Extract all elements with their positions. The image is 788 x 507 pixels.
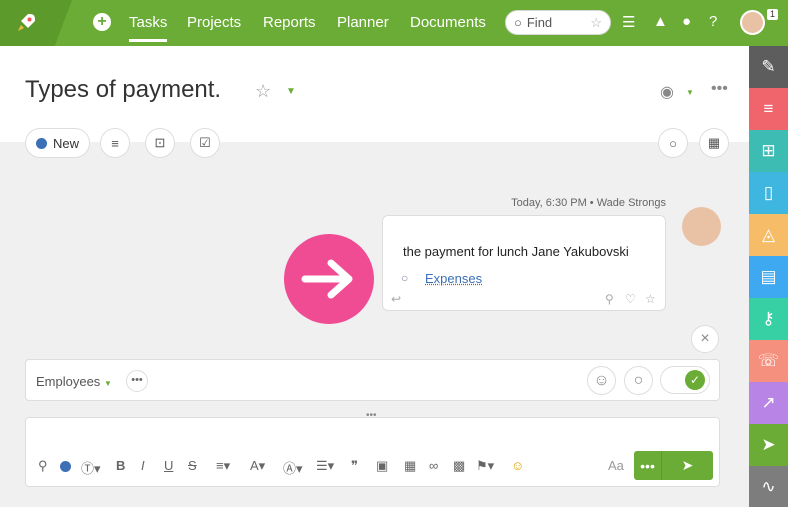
search-comments-button[interactable]: ○ bbox=[658, 128, 688, 158]
status-dot bbox=[36, 137, 47, 149]
image-icon[interactable]: ▩ bbox=[453, 458, 465, 474]
list-icon[interactable]: ≡ bbox=[749, 88, 788, 130]
right-sidebar: ✎ ≡ ⊞ ▯ ◬ ▤ ⚷ ☏ ↗ ➤ ∿ bbox=[749, 46, 788, 507]
rocket-icon bbox=[18, 14, 35, 31]
person-icon[interactable]: ☺ bbox=[587, 366, 616, 395]
pin-icon[interactable]: ⚲ bbox=[605, 292, 614, 306]
search-placeholder: Find bbox=[526, 15, 553, 30]
attach-icon[interactable]: ⚲ bbox=[38, 458, 48, 474]
nav-tasks[interactable]: Tasks bbox=[129, 14, 168, 42]
employees-label: Employees bbox=[36, 374, 101, 389]
employees-row: Employees ▼ ••• ☺ ○ bbox=[25, 359, 720, 401]
send-more-button[interactable]: ••• bbox=[634, 451, 662, 480]
nav-planner[interactable]: Planner bbox=[337, 14, 389, 31]
tag-icon: ○ bbox=[401, 271, 409, 285]
arrow-right-icon bbox=[284, 234, 374, 324]
font-size-label[interactable]: Aa bbox=[608, 458, 624, 473]
align-icon[interactable]: ≡▾ bbox=[216, 458, 230, 474]
description-button[interactable]: ≡ bbox=[100, 128, 130, 158]
bold-icon[interactable]: B bbox=[116, 458, 125, 473]
user-avatar[interactable] bbox=[740, 10, 765, 35]
plant-icon[interactable]: ● bbox=[682, 13, 691, 30]
employees-chevron-icon: ▼ bbox=[103, 379, 112, 388]
send-button[interactable]: ➤ bbox=[662, 451, 713, 480]
more-employees-button[interactable]: ••• bbox=[126, 370, 148, 392]
status-label: New bbox=[53, 135, 80, 151]
message-bubble: the payment for lunch Jane Yakubovski ○ … bbox=[382, 215, 666, 311]
checklist-button[interactable]: ☑ bbox=[190, 128, 220, 158]
chart-icon[interactable]: ↗ bbox=[749, 382, 788, 424]
chevron-down-icon[interactable]: ▼ bbox=[286, 86, 296, 97]
pulse-icon[interactable]: ∿ bbox=[749, 466, 788, 507]
emoji-icon[interactable]: ☺ bbox=[511, 458, 524, 473]
search-input[interactable]: ○ Find ☆ bbox=[505, 10, 611, 35]
visibility-toggle[interactable]: ✓ bbox=[660, 366, 710, 394]
message-text: the payment for lunch Jane Yakubovski bbox=[403, 244, 629, 259]
phone-icon[interactable]: ☏ bbox=[749, 340, 788, 382]
key-icon[interactable]: ⚷ bbox=[749, 298, 788, 340]
nav-projects[interactable]: Projects bbox=[187, 14, 241, 31]
page-title: Types of payment. bbox=[25, 76, 222, 103]
favorite-star-icon[interactable]: ☆ bbox=[255, 81, 271, 102]
tag-link[interactable]: Expenses bbox=[425, 271, 482, 286]
employees-dropdown[interactable]: Employees ▼ bbox=[36, 374, 112, 389]
quote-icon[interactable]: ❞ bbox=[351, 458, 358, 474]
table-icon[interactable]: ▦ bbox=[404, 458, 416, 474]
help-icon[interactable]: ? bbox=[709, 13, 717, 30]
star-message-icon[interactable]: ☆ bbox=[645, 292, 656, 306]
bookmark-icon[interactable]: ⚑▾ bbox=[476, 458, 494, 474]
subtask-button[interactable]: ⊡ bbox=[145, 128, 175, 158]
font-color-icon[interactable]: A▾ bbox=[250, 458, 265, 474]
nav-documents[interactable]: Documents bbox=[410, 14, 486, 31]
close-icon[interactable]: × bbox=[691, 325, 719, 353]
menu-icon[interactable]: ☰ bbox=[622, 13, 635, 31]
more-icon[interactable]: ••• bbox=[711, 80, 728, 98]
status-button[interactable]: New bbox=[25, 128, 91, 158]
send-icon[interactable]: ➤ bbox=[749, 424, 788, 466]
message-editor[interactable]: ⚲ Ⓣ▾ B I U S ≡▾ A▾ Ⓐ▾ ☰▾ ❞ ▣ ▦ ∞ ▩ ⚑▾ ☺ … bbox=[25, 417, 720, 487]
star-icon[interactable]: ☆ bbox=[590, 15, 602, 31]
strikethrough-icon[interactable]: S bbox=[188, 458, 197, 473]
italic-icon[interactable]: I bbox=[141, 458, 145, 473]
underline-icon[interactable]: U bbox=[164, 458, 173, 473]
reply-icon[interactable]: ↩ bbox=[391, 292, 401, 306]
top-bar: + Tasks Projects Reports Planner Documen… bbox=[0, 0, 788, 46]
text-style-icon[interactable]: Ⓣ▾ bbox=[81, 458, 101, 477]
color-dot[interactable] bbox=[60, 461, 71, 472]
clipboard-icon[interactable]: ▤ bbox=[749, 256, 788, 298]
logo[interactable] bbox=[0, 0, 72, 46]
check-icon: ✓ bbox=[685, 370, 705, 390]
notification-badge: 1 bbox=[767, 9, 778, 20]
message-meta: Today, 6:30 PM • Wade Strongs bbox=[511, 197, 666, 209]
add-icon[interactable]: + bbox=[93, 13, 111, 31]
calendar-button[interactable]: ▦ bbox=[699, 128, 729, 158]
structure-icon[interactable]: ⊞ bbox=[749, 130, 788, 172]
author-avatar[interactable] bbox=[682, 207, 721, 246]
insert-file-icon[interactable]: ▣ bbox=[376, 458, 388, 474]
search-icon: ○ bbox=[514, 15, 522, 30]
list-format-icon[interactable]: ☰▾ bbox=[316, 458, 334, 474]
eye-icon[interactable]: ◉ bbox=[660, 82, 674, 102]
eye-chevron-icon[interactable]: ▼ bbox=[686, 88, 694, 97]
chat-icon[interactable]: ○ bbox=[624, 366, 653, 395]
documents-icon[interactable]: ▯ bbox=[749, 172, 788, 214]
nav-reports[interactable]: Reports bbox=[263, 14, 316, 31]
edit-icon[interactable]: ✎ bbox=[749, 46, 788, 88]
bell-icon[interactable]: ◬ bbox=[749, 214, 788, 256]
link-icon[interactable]: ∞ bbox=[429, 458, 438, 473]
heart-icon[interactable]: ♡ bbox=[625, 292, 636, 306]
send-group: ••• ➤ bbox=[634, 451, 713, 480]
rocket-small-icon[interactable]: ▲ bbox=[653, 13, 668, 30]
highlight-icon[interactable]: Ⓐ▾ bbox=[283, 458, 303, 477]
